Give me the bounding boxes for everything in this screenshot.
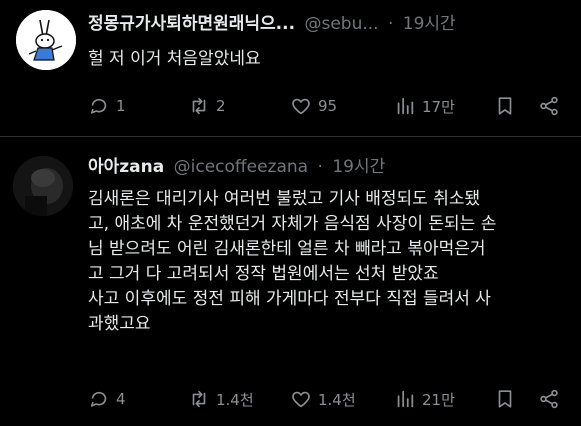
share-button[interactable] bbox=[538, 387, 560, 411]
bookmark-icon bbox=[498, 390, 512, 408]
reply-icon bbox=[90, 98, 107, 114]
dark-photo-avatar-icon bbox=[13, 156, 73, 216]
like-count: 1.4천 bbox=[318, 390, 356, 409]
reply-icon bbox=[90, 391, 107, 407]
tweet-text-line: 과했고요 bbox=[88, 314, 151, 334]
tweet-actions: 4 1.4천 1.4천 21만 bbox=[88, 387, 568, 411]
retweet-button[interactable]: 1.4천 bbox=[188, 387, 254, 411]
tweet-text-line: 김새론은 대리기사 여러번 불렀고 기사 배정되도 취소됐 bbox=[88, 189, 481, 209]
tweet-1[interactable]: 정몽규가사퇴하면원래닉으... @sebu... · 19시간 헐 저 이거 처… bbox=[0, 0, 581, 138]
reply-count: 4 bbox=[116, 390, 126, 408]
tweet-actions: 1 2 95 17만 bbox=[88, 94, 568, 118]
reply-count: 1 bbox=[116, 97, 126, 115]
views-chart-icon bbox=[397, 97, 414, 115]
retweet-icon bbox=[192, 97, 206, 115]
tweet-text-line: 고, 애초에 차 운전했던거 자체가 음식점 사장이 돈되는 손 bbox=[88, 214, 497, 234]
reply-button[interactable]: 4 bbox=[88, 387, 126, 411]
views-count: 17만 bbox=[422, 97, 455, 116]
retweet-icon bbox=[192, 390, 206, 408]
tweet-text-line: 사고 이후에도 정전 피해 가게마다 전부다 직접 들려서 사 bbox=[88, 289, 491, 309]
retweet-count: 1.4천 bbox=[216, 390, 254, 409]
reply-button[interactable]: 1 bbox=[88, 94, 126, 118]
separator: · bbox=[387, 14, 394, 34]
views-chart-icon bbox=[397, 390, 414, 408]
timestamp[interactable]: 19시간 bbox=[403, 14, 456, 34]
share-button[interactable] bbox=[538, 94, 560, 118]
display-name[interactable]: 정몽규가사퇴하면원래닉으... bbox=[88, 14, 295, 34]
bookmark-button[interactable] bbox=[494, 94, 516, 118]
views-count: 21만 bbox=[422, 390, 455, 409]
tweet-text: 헐 저 이거 처음알았네요 bbox=[88, 47, 568, 72]
like-button[interactable]: 95 bbox=[290, 94, 337, 118]
tweet-text-line: 헐 저 이거 처음알았네요 bbox=[88, 49, 261, 69]
handle[interactable]: @sebu... bbox=[304, 14, 378, 34]
retweet-button[interactable]: 2 bbox=[188, 94, 226, 118]
tweet-text-line: 고 그거 다 고려되서 정작 법원에서는 선처 받았죠 bbox=[88, 264, 439, 284]
tweet-2[interactable]: 아아zana @icecoffeezana · 19시간 김새론은 대리기사 여… bbox=[0, 138, 581, 426]
heart-icon bbox=[292, 391, 310, 408]
share-icon bbox=[540, 96, 558, 116]
like-button[interactable]: 1.4천 bbox=[290, 387, 356, 411]
retweet-count: 2 bbox=[216, 97, 226, 115]
views-button[interactable]: 21만 bbox=[394, 387, 455, 411]
separator: · bbox=[317, 157, 323, 177]
tweet-text: 김새론은 대리기사 여러번 불렀고 기사 배정되도 취소됐 고, 애초에 차 운… bbox=[88, 187, 568, 337]
avatar[interactable] bbox=[13, 156, 73, 216]
bookmark-icon bbox=[498, 97, 512, 115]
timestamp[interactable]: 19시간 bbox=[332, 157, 385, 177]
share-icon bbox=[540, 389, 558, 409]
views-button[interactable]: 17만 bbox=[394, 94, 455, 118]
tweet-divider bbox=[0, 136, 581, 137]
tweet-header: 아아zana @icecoffeezana · 19시간 bbox=[88, 156, 385, 178]
like-count: 95 bbox=[318, 97, 338, 115]
tweet-text-line: 님 받으려도 어린 김새론한테 얼른 차 빼라고 볶아먹은거 bbox=[88, 239, 486, 259]
display-name[interactable]: 아아zana bbox=[88, 157, 164, 177]
handle[interactable]: @icecoffeezana bbox=[174, 157, 308, 177]
bookmark-button[interactable] bbox=[494, 387, 516, 411]
heart-icon bbox=[292, 98, 310, 115]
avatar[interactable] bbox=[16, 10, 76, 70]
tweet-header: 정몽규가사퇴하면원래닉으... @sebu... · 19시간 bbox=[88, 13, 456, 35]
rabbit-avatar-icon bbox=[16, 10, 76, 70]
